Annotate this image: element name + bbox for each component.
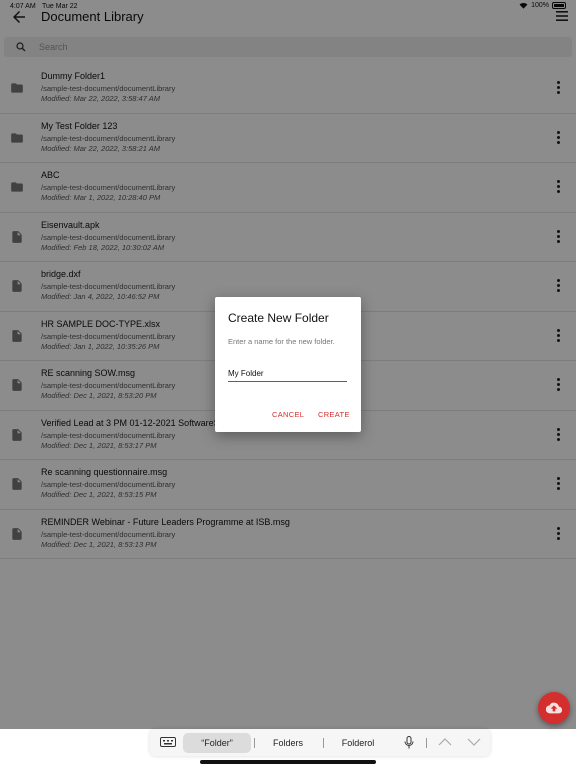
folder-name-input[interactable] [228, 366, 347, 382]
home-indicator [200, 760, 376, 764]
microphone-icon[interactable] [404, 736, 414, 749]
keyboard-suggestion-bar: “Folder” Folders Folderol [150, 729, 490, 756]
upload-fab-button[interactable] [538, 692, 570, 724]
keyboard-icon[interactable] [160, 737, 176, 749]
suggestion-divider [426, 738, 427, 748]
chevron-up-icon[interactable] [438, 737, 452, 747]
suggestion-2[interactable]: Folders [258, 733, 318, 753]
suggestion-divider [323, 738, 324, 748]
cancel-button[interactable]: CANCEL [272, 410, 304, 419]
cloud-upload-icon [546, 702, 562, 714]
suggestion-divider [254, 738, 255, 748]
suggestion-1[interactable]: “Folder” [183, 733, 251, 753]
suggestion-3[interactable]: Folderol [328, 733, 388, 753]
dialog-title: Create New Folder [228, 311, 329, 325]
dialog-subtitle: Enter a name for the new folder. [228, 337, 335, 346]
create-folder-dialog: Create New Folder Enter a name for the n… [215, 297, 361, 432]
create-button[interactable]: CREATE [318, 410, 350, 419]
chevron-down-icon[interactable] [467, 737, 481, 747]
